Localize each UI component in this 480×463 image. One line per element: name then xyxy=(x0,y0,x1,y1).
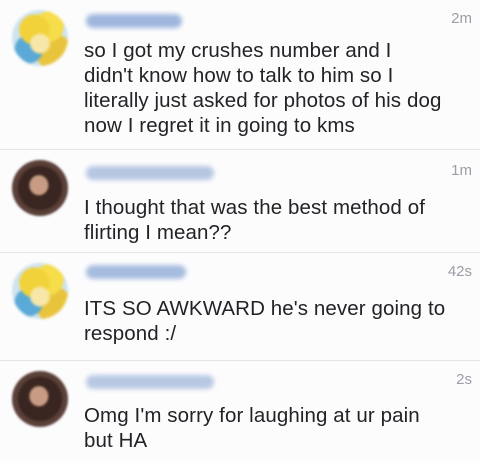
comment-time: 2s xyxy=(456,371,472,388)
comment-item[interactable]: 2m so I got my crushes number and I didn… xyxy=(0,0,480,150)
comment-time: 42s xyxy=(447,263,472,280)
username-blurred[interactable] xyxy=(86,166,214,180)
comment-item[interactable]: 1m I thought that was the best method of… xyxy=(0,150,480,253)
comment-text-line: didn't know how to talk to him so I xyxy=(84,64,394,87)
avatar[interactable] xyxy=(12,263,68,319)
comment-text-line: respond :/ xyxy=(84,322,177,345)
username-blurred[interactable] xyxy=(86,375,214,389)
username-blurred[interactable] xyxy=(86,265,186,279)
comment-text-line: literally just asked for photos of his d… xyxy=(84,89,442,112)
comment-text-line: ITS SO AWKWARD he's never going to xyxy=(84,297,446,320)
comment-text: so I got my crushes number and I didn't … xyxy=(84,38,474,138)
comment-text-line: Omg I'm sorry for laughing at ur pain xyxy=(84,404,420,427)
comment-time: 2m xyxy=(451,10,472,27)
avatar[interactable] xyxy=(12,160,68,216)
comment-text: ITS SO AWKWARD he's never going to respo… xyxy=(84,296,474,346)
comment-text-line: now I regret it in going to kms xyxy=(84,114,355,137)
comment-text-line: so I got my crushes number and I xyxy=(84,39,392,62)
avatar[interactable] xyxy=(12,10,68,66)
comment-text-line: but HA xyxy=(84,429,148,452)
avatar[interactable] xyxy=(12,371,68,427)
comment-item[interactable]: 42s ITS SO AWKWARD he's never going to r… xyxy=(0,253,480,361)
comment-item[interactable]: 2s Omg I'm sorry for laughing at ur pain… xyxy=(0,361,480,463)
comment-text: Omg I'm sorry for laughing at ur pain bu… xyxy=(84,403,474,453)
comment-feed: 2m so I got my crushes number and I didn… xyxy=(0,0,480,463)
comment-text-line: flirting I mean?? xyxy=(84,221,232,244)
comment-text-line: I thought that was the best method of xyxy=(84,196,426,219)
username-blurred[interactable] xyxy=(86,14,182,28)
comment-text: I thought that was the best method of fl… xyxy=(84,195,474,245)
comment-time: 1m xyxy=(451,162,472,179)
